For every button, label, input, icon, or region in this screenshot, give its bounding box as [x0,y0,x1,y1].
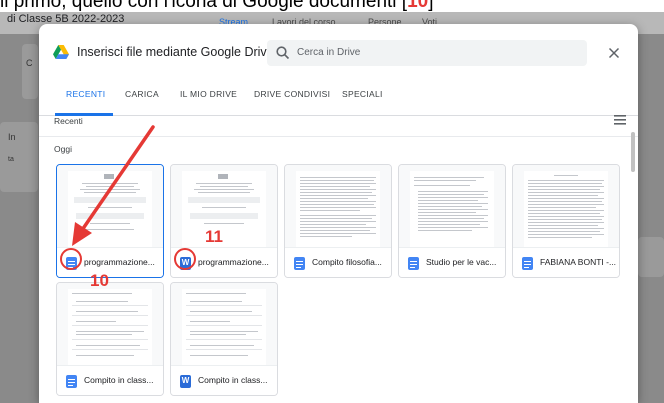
list-view-icon[interactable] [614,115,626,125]
file-card[interactable]: Compito filosofia... [284,164,392,278]
file-card-footer: Compito in class... [57,365,163,395]
file-name: programmazione... [198,257,269,267]
tab-carica[interactable]: CARICA [125,89,159,99]
dialog-header: Inserisci file mediante Google Drive Cer… [39,24,638,74]
document-preview [68,289,152,365]
file-card-footer: Studio per le vac... [399,247,505,277]
file-card[interactable]: Studio per le vac... [398,164,506,278]
google-docs-icon [522,257,533,270]
file-card-footer: Compito filosofia... [285,247,391,277]
drive-search-input[interactable]: Cerca in Drive [267,40,587,66]
document-preview [524,171,608,247]
search-placeholder: Cerca in Drive [297,47,361,58]
background-card [638,237,664,277]
search-icon [276,46,290,60]
file-thumbnail [285,165,391,247]
file-name: programmazione... [84,257,155,267]
tab-il-mio-drive[interactable]: IL MIO DRIVE [180,89,237,99]
file-thumbnail [57,165,163,247]
tab-recenti[interactable]: RECENTI [66,89,105,99]
background-card: C [22,44,38,99]
file-thumbnail [171,283,277,365]
google-docs-icon [294,257,305,270]
google-drive-icon [53,45,69,59]
document-preview [296,171,380,247]
file-thumbnail [513,165,619,247]
section-oggi-label: Oggi [54,144,72,154]
file-thumbnail [57,283,163,365]
document-preview [182,171,266,247]
divider [39,136,638,137]
file-name: Studio per le vac... [426,257,497,267]
annotation-label-10: 10 [90,271,109,290]
tab-speciali[interactable]: SPECIALI [342,89,383,99]
file-card-footer: W Compito in class... [171,365,277,395]
annotation-label-11: 11 [205,227,223,246]
file-name: Compito filosofia... [312,257,382,267]
file-card[interactable]: W Compito in class... [170,282,278,396]
dialog-tabs: RECENTI CARICA IL MIO DRIVE DRIVE CONDIV… [39,80,638,116]
file-name: FABIANA BONTI -... [540,257,617,267]
google-docs-icon [66,375,77,388]
file-card-footer: FABIANA BONTI -... [513,247,619,277]
drive-picker-dialog: Inserisci file mediante Google Drive Cer… [39,24,638,403]
file-name: Compito in class... [198,375,268,385]
file-thumbnail [399,165,505,247]
document-preview [182,289,266,365]
annotation-circle-11 [174,248,196,270]
background-card: In ta [0,122,38,192]
scrollbar[interactable] [631,132,635,172]
file-thumbnail [171,165,277,247]
file-card[interactable]: FABIANA BONTI -... [512,164,620,278]
close-icon[interactable] [604,43,624,63]
file-name: Compito in class... [84,375,154,385]
word-icon: W [180,375,191,388]
document-preview [68,171,152,247]
instruction-caption: il primo, quello con l'icona di Google d… [0,0,434,12]
file-card[interactable]: Compito in class... [56,282,164,396]
tab-drive-condivisi[interactable]: DRIVE CONDIVISI [254,89,330,99]
google-docs-icon [408,257,419,270]
dialog-title: Inserisci file mediante Google Drive [77,45,274,59]
annotation-circle-10 [60,248,82,270]
section-recenti-label: Recenti [54,116,83,126]
document-preview [410,171,494,247]
